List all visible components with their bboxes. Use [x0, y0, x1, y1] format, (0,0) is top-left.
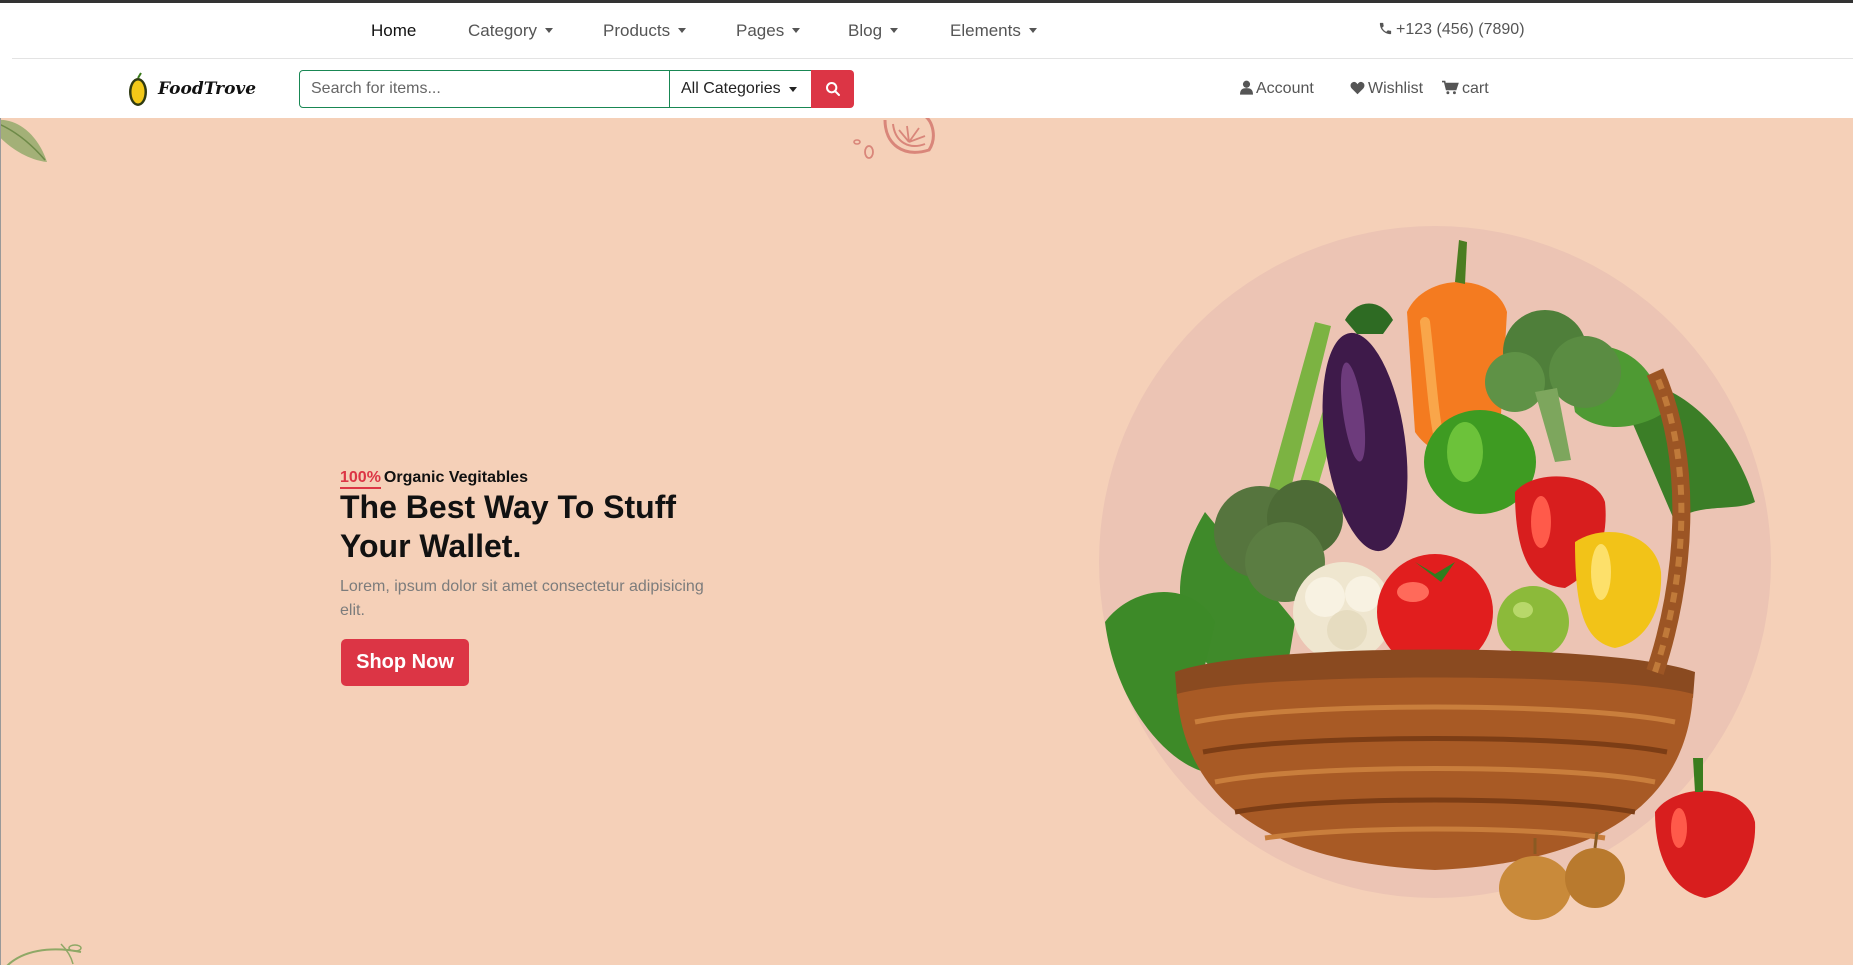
nav-pages[interactable]: Pages [736, 21, 801, 41]
chevron-down-icon [1028, 28, 1037, 33]
orange-slice-icon [853, 118, 935, 159]
tag-text: Organic Vegitables [383, 469, 528, 486]
hero-description: Lorem, ipsum dolor sit amet consectetur … [340, 578, 704, 619]
contact-phone[interactable]: +123 (456) (7890) [1378, 21, 1525, 39]
nav-products[interactable]: Products [603, 21, 687, 41]
phone-icon [1379, 22, 1392, 35]
search-icon [825, 82, 840, 96]
user-icon [1240, 80, 1253, 95]
wishlist-label: Wishlist [1368, 80, 1424, 97]
nav-category[interactable]: Category [468, 21, 553, 41]
account-label: Account [1256, 80, 1314, 97]
top-navigation: Home Category Products Pages Blog Elemen… [12, 3, 1853, 59]
category-select[interactable]: All Categories [669, 70, 812, 108]
category-select-value: All Categories [681, 80, 781, 97]
hero-tagline: 100% Organic Vegitables [340, 469, 528, 489]
nav-blog[interactable]: Blog [848, 21, 899, 41]
search-button[interactable] [811, 70, 854, 108]
lemon-logo-icon [129, 72, 147, 106]
cart-link[interactable]: cart [1442, 80, 1489, 98]
vegetable-basket-image [1099, 226, 1771, 920]
chevron-down-icon [890, 28, 899, 33]
site-header: FoodTrove All Categories Account Wishlis… [0, 60, 1853, 118]
nav-elements[interactable]: Elements [950, 21, 1037, 41]
search-input[interactable] [299, 70, 670, 108]
hero-headline: The Best Way To Stuff Your Wallet. [340, 489, 676, 564]
herb-decoration-icon [6, 943, 82, 965]
tag-percent: 100% [340, 469, 381, 489]
cart-label: cart [1462, 80, 1489, 97]
leaf-decoration-icon [1, 119, 47, 162]
shop-now-button[interactable]: Shop Now [341, 639, 469, 686]
hero-banner: 100% Organic Vegitables The Best Way To S… [0, 118, 1853, 965]
chevron-down-icon [792, 28, 801, 33]
site-logo[interactable]: FoodTrove [126, 69, 256, 109]
heart-icon [1350, 81, 1365, 95]
wishlist-link[interactable]: Wishlist [1350, 80, 1423, 98]
logo-text: FoodTrove [158, 79, 257, 99]
chevron-down-icon [678, 28, 687, 33]
account-link[interactable]: Account [1240, 80, 1314, 98]
chevron-down-icon [788, 86, 797, 92]
nav-home[interactable]: Home [371, 21, 416, 41]
cart-icon [1442, 80, 1459, 95]
chevron-down-icon [544, 28, 553, 33]
